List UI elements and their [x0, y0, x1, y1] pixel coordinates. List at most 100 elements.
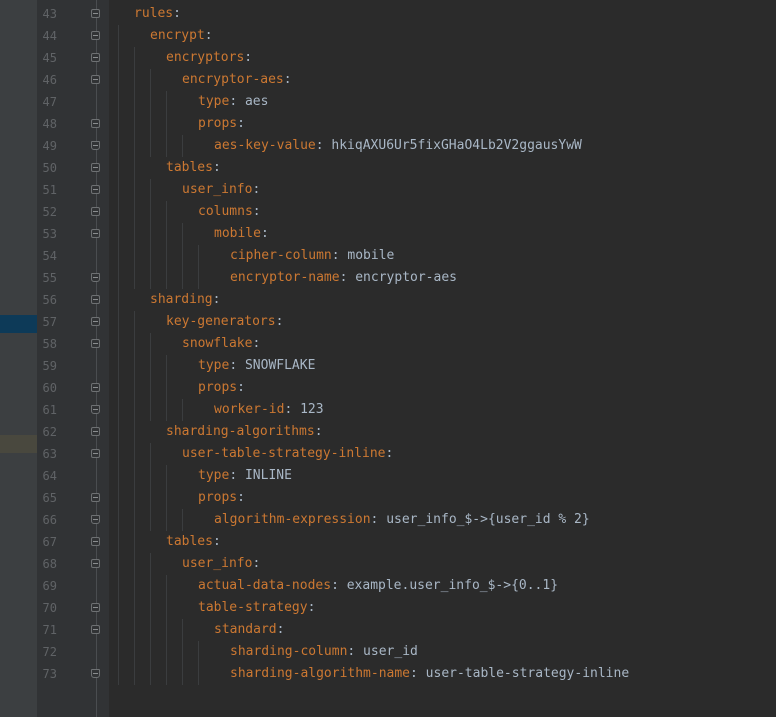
fold-marker-icon[interactable] — [91, 559, 100, 568]
code-text: user_info: — [182, 179, 260, 201]
code-line[interactable]: 68 user_info: — [0, 553, 776, 575]
indent-guide — [150, 333, 151, 355]
fold-marker-icon[interactable] — [91, 515, 100, 524]
code-line[interactable]: 46 encryptor-aes: — [0, 69, 776, 91]
code-line[interactable]: 43 rules: — [0, 3, 776, 25]
code-line[interactable]: 69 actual-data-nodes: example.user_info_$… — [0, 575, 776, 597]
indent-guide — [118, 575, 119, 597]
fold-marker-icon[interactable] — [91, 229, 100, 238]
yaml-key: cipher-column — [230, 248, 332, 263]
fold-marker-icon[interactable] — [91, 53, 100, 62]
code-line[interactable]: 45 encryptors: — [0, 47, 776, 69]
code-line[interactable]: 52 columns: — [0, 201, 776, 223]
code-line[interactable]: 50 tables: — [0, 157, 776, 179]
code-line[interactable]: 54 cipher-column: mobile — [0, 245, 776, 267]
yaml-colon: : — [212, 160, 221, 175]
code-line[interactable]: 51 user_info: — [0, 179, 776, 201]
yaml-key: worker-id — [214, 402, 285, 417]
indent-guide — [150, 69, 151, 91]
code-line[interactable]: 66 algorithm-expression: user_info_$->{us… — [0, 509, 776, 531]
fold-marker-icon[interactable] — [91, 119, 100, 128]
fold-marker-icon[interactable] — [91, 273, 100, 282]
code-line[interactable]: 72 sharding-column: user_id — [0, 641, 776, 663]
code-line[interactable]: 65 props: — [0, 487, 776, 509]
code-line[interactable]: 63 user-table-strategy-inline: — [0, 443, 776, 465]
fold-marker-icon[interactable] — [91, 75, 100, 84]
indent-guide — [134, 135, 135, 157]
indent-guide — [134, 377, 135, 399]
line-number: 60 — [42, 381, 57, 395]
indent-guide — [134, 465, 135, 487]
yaml-key: actual-data-nodes — [198, 578, 332, 593]
line-number: 45 — [42, 51, 57, 65]
line-number: 53 — [42, 227, 57, 241]
fold-marker-icon[interactable] — [91, 207, 100, 216]
indent-guide — [118, 377, 119, 399]
code-text: cipher-column: mobile — [230, 245, 394, 267]
code-line[interactable]: 59 type: SNOWFLAKE — [0, 355, 776, 377]
fold-marker-icon[interactable] — [91, 31, 100, 40]
indent-guide — [118, 487, 119, 509]
code-line[interactable]: 48 props: — [0, 113, 776, 135]
fold-marker-icon[interactable] — [91, 163, 100, 172]
code-line[interactable]: 62 sharding-algorithms: — [0, 421, 776, 443]
line-number: 50 — [42, 161, 57, 175]
code-editor[interactable]: 43 rules: 44 encrypt: 45 encryptors: 46 encrypt… — [0, 0, 776, 717]
fold-marker-icon[interactable] — [91, 295, 100, 304]
line-number: 49 — [42, 139, 57, 153]
yaml-key: encrypt — [150, 28, 205, 43]
indent-guide — [166, 399, 167, 421]
fold-marker-icon[interactable] — [91, 9, 100, 18]
code-line[interactable]: 55 encryptor-name: encryptor-aes — [0, 267, 776, 289]
fold-marker-icon[interactable] — [91, 537, 100, 546]
yaml-value: INLINE — [237, 468, 292, 483]
fold-marker-icon[interactable] — [91, 603, 100, 612]
code-line[interactable]: 64 type: INLINE — [0, 465, 776, 487]
yaml-key: key-generators — [166, 314, 276, 329]
fold-marker-icon[interactable] — [91, 427, 100, 436]
code-line[interactable]: 61 worker-id: 123 — [0, 399, 776, 421]
fold-marker-icon[interactable] — [91, 449, 100, 458]
code-line[interactable]: 56 sharding: — [0, 289, 776, 311]
indent-guide — [166, 487, 167, 509]
code-area[interactable]: 43 rules: 44 encrypt: 45 encryptors: 46 encrypt… — [0, 3, 776, 685]
yaml-colon: : — [212, 534, 221, 549]
code-line[interactable]: 67 tables: — [0, 531, 776, 553]
indent-guide — [134, 509, 135, 531]
code-line[interactable]: 47 type: aes — [0, 91, 776, 113]
code-line[interactable]: 49 aes-key-value: hkiqAXU6Ur5fixGHaO4Lb2V… — [0, 135, 776, 157]
code-text: worker-id: 123 — [214, 399, 324, 421]
indent-guide — [118, 531, 119, 553]
fold-marker-icon[interactable] — [91, 405, 100, 414]
indent-guide — [166, 267, 167, 289]
code-text: encrypt: — [150, 25, 213, 47]
code-line[interactable]: 44 encrypt: — [0, 25, 776, 47]
fold-marker-icon[interactable] — [91, 141, 100, 150]
yaml-value: user_info_$->{user_id % 2} — [378, 512, 590, 527]
code-line[interactable]: 71 standard: — [0, 619, 776, 641]
fold-marker-icon[interactable] — [91, 339, 100, 348]
code-text: columns: — [198, 201, 261, 223]
indent-guide — [150, 465, 151, 487]
fold-marker-icon[interactable] — [91, 625, 100, 634]
yaml-key: user_info — [182, 182, 253, 197]
code-line[interactable]: 58 snowflake: — [0, 333, 776, 355]
indent-guide — [134, 443, 135, 465]
indent-guide — [118, 201, 119, 223]
fold-marker-icon[interactable] — [91, 383, 100, 392]
fold-marker-icon[interactable] — [91, 317, 100, 326]
code-line[interactable]: 60 props: — [0, 377, 776, 399]
fold-marker-icon[interactable] — [91, 185, 100, 194]
fold-marker-icon[interactable] — [91, 493, 100, 502]
yaml-key: aes-key-value — [214, 138, 316, 153]
code-line[interactable]: 73 sharding-algorithm-name: user-table-st… — [0, 663, 776, 685]
fold-marker-icon[interactable] — [91, 669, 100, 678]
code-line[interactable]: 70 table-strategy: — [0, 597, 776, 619]
code-line[interactable]: 53 mobile: — [0, 223, 776, 245]
code-line[interactable]: 57 key-generators: — [0, 311, 776, 333]
yaml-key: standard — [214, 622, 277, 637]
indent-guide — [150, 135, 151, 157]
yaml-key: props — [198, 380, 238, 395]
yaml-colon: : — [237, 380, 245, 395]
indent-guide — [118, 25, 119, 47]
